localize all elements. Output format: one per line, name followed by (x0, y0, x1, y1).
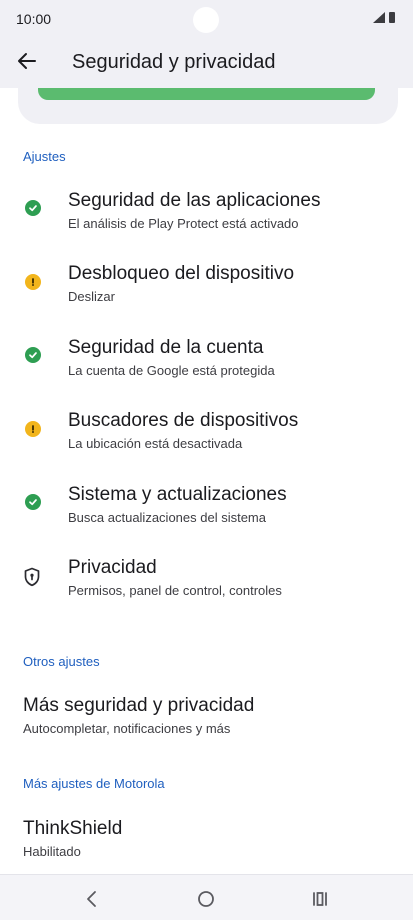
item-title: Más seguridad y privacidad (23, 695, 255, 716)
section-header-otros-ajustes: Otros ajustes (23, 654, 100, 669)
status-bar: 10:00 (0, 0, 413, 36)
item-title: Buscadores de dispositivos (68, 410, 299, 431)
item-subtitle: Autocompletar, notificaciones y más (23, 721, 231, 736)
navigation-bar (0, 874, 413, 920)
item-seguridad-cuenta[interactable]: Seguridad de la cuenta La cuenta de Goog… (0, 337, 413, 387)
warning-circle-icon (25, 274, 41, 290)
check-circle-icon (25, 200, 41, 216)
nav-home-button[interactable] (194, 887, 218, 911)
item-subtitle: Deslizar (68, 289, 115, 304)
item-subtitle: Busca actualizaciones del sistema (68, 510, 266, 525)
item-desbloqueo-dispositivo[interactable]: Desbloqueo del dispositivo Deslizar (0, 263, 413, 313)
section-header-ajustes: Ajustes (23, 149, 66, 164)
back-button[interactable] (12, 46, 42, 76)
arrow-back-icon (18, 53, 36, 69)
nav-recents-button[interactable] (308, 887, 332, 911)
item-subtitle: Habilitado (23, 844, 81, 859)
item-buscadores-dispositivos[interactable]: Buscadores de dispositivos La ubicación … (0, 410, 413, 460)
item-title: Sistema y actualizaciones (68, 484, 287, 505)
battery-icon (389, 12, 395, 23)
app-bar: Seguridad y privacidad (0, 36, 413, 88)
item-subtitle: El análisis de Play Protect está activad… (68, 216, 299, 231)
item-thinkshield[interactable]: ThinkShield Habilitado (0, 818, 413, 868)
nav-back-button[interactable] (80, 887, 104, 911)
check-circle-icon (25, 494, 41, 510)
security-status-card-button[interactable] (38, 88, 375, 100)
item-title: Seguridad de las aplicaciones (68, 190, 321, 211)
item-mas-seguridad-privacidad[interactable]: Más seguridad y privacidad Autocompletar… (0, 695, 413, 745)
status-time: 10:00 (16, 11, 52, 27)
item-subtitle: La cuenta de Google está protegida (68, 363, 275, 378)
status-icons (373, 12, 395, 23)
item-seguridad-aplicaciones[interactable]: Seguridad de las aplicaciones El análisi… (0, 190, 413, 240)
home-circle-icon (198, 891, 214, 907)
item-subtitle: La ubicación está desactivada (68, 436, 243, 451)
page-title: Seguridad y privacidad (72, 51, 276, 73)
check-circle-icon (25, 347, 41, 363)
item-subtitle: Permisos, panel de control, controles (68, 583, 282, 598)
item-privacidad[interactable]: Privacidad Permisos, panel de control, c… (0, 557, 413, 607)
camera-cutout (193, 7, 219, 33)
item-sistema-actualizaciones[interactable]: Sistema y actualizaciones Busca actualiz… (0, 484, 413, 534)
signal-icon (373, 12, 385, 23)
chevron-left-icon (87, 891, 96, 907)
warning-circle-icon (25, 421, 41, 437)
recents-icon (313, 892, 327, 906)
item-title: Desbloqueo del dispositivo (68, 263, 295, 284)
section-header-motorola: Más ajustes de Motorola (23, 776, 165, 791)
item-title: Privacidad (68, 557, 157, 578)
item-title: Seguridad de la cuenta (68, 337, 264, 358)
screen: 10:00 Seguridad y privacidad Ajustes Seg… (0, 0, 413, 920)
shield-icon (24, 567, 40, 587)
item-title: ThinkShield (23, 818, 123, 839)
